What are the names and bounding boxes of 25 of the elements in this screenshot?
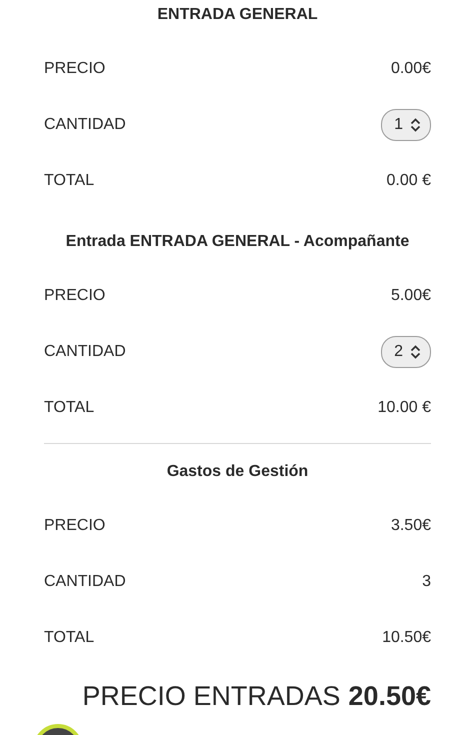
summary-amount: 20.50€ xyxy=(348,681,431,712)
row-label: CANTIDAD xyxy=(44,116,126,134)
quantity-stepper[interactable]: 1 xyxy=(381,109,431,141)
summary-label: PRECIO ENTRADAS xyxy=(82,681,340,712)
section-title: ENTRADA GENERAL xyxy=(156,5,319,25)
row-value: 0.00€ xyxy=(390,60,431,78)
up-down-chevron-icon xyxy=(410,118,421,132)
row-label: PRECIO xyxy=(44,60,106,78)
row-value: 0.00 € xyxy=(386,172,431,190)
section-title: Entrada ENTRADA GENERAL - Acompañante xyxy=(64,232,410,252)
up-down-chevron-icon xyxy=(410,345,421,359)
row-label: PRECIO xyxy=(44,517,106,535)
row-label: TOTAL xyxy=(44,399,94,417)
quantity-stepper[interactable]: 2 xyxy=(381,336,431,368)
row-value: 10.50€ xyxy=(382,629,431,647)
row-value: 10.00 € xyxy=(378,399,431,417)
row-value: 3.50€ xyxy=(390,517,431,535)
row-label: CANTIDAD xyxy=(44,343,126,361)
row-label: TOTAL xyxy=(44,172,94,190)
row-label: TOTAL xyxy=(44,629,94,647)
section-title: Gastos de Gestión xyxy=(166,462,310,482)
row-label: PRECIO xyxy=(44,287,106,305)
row-value: 3 xyxy=(422,573,431,591)
row-value: 5.00€ xyxy=(390,287,431,305)
row-label: CANTIDAD xyxy=(44,573,126,591)
